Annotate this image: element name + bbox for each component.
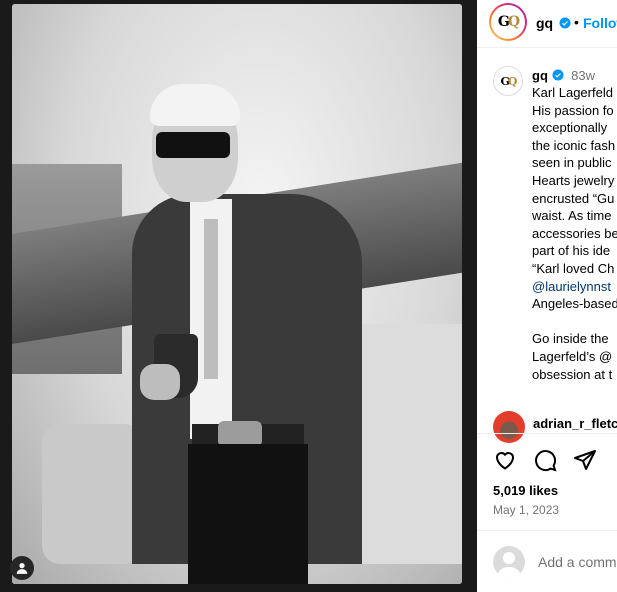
post-date[interactable]: May 1, 2023 <box>493 503 559 517</box>
caption-author-avatar[interactable]: GQ <box>493 66 523 96</box>
caption-line: Hearts jewelry <box>532 172 615 188</box>
separator-dot: • <box>574 14 579 30</box>
post-header: GQ gq • Follow <box>477 0 617 48</box>
caption-line: Karl Lagerfeld <box>532 85 613 100</box>
author-username[interactable]: gq <box>536 15 553 31</box>
comment-divider <box>477 530 617 531</box>
user-tag-icon[interactable] <box>10 556 34 580</box>
caption-header: gq 83w <box>532 68 595 83</box>
verified-icon <box>552 69 564 81</box>
gq-logo-small: GQ <box>494 67 522 95</box>
comment-icon[interactable] <box>533 448 559 474</box>
photo-tie <box>204 219 218 379</box>
caption-line: exceptionally <box>532 120 608 136</box>
photo-frame <box>12 4 462 584</box>
photo-trousers <box>188 444 308 584</box>
caption-line: Lagerfeld’s @ <box>532 348 613 364</box>
caption-line: “Karl loved Ch <box>532 260 615 276</box>
caption-mention-link[interactable]: @laurielynnst <box>532 278 617 296</box>
caption-author-username[interactable]: gq <box>532 68 548 83</box>
caption-line: accessories be <box>532 225 617 241</box>
caption-line: Go inside the <box>532 331 609 347</box>
gq-logo: GQ <box>493 7 523 37</box>
author-avatar[interactable]: GQ <box>489 3 527 41</box>
photo-sunglasses <box>156 132 230 158</box>
add-comment-input[interactable]: Add a comm <box>538 554 617 570</box>
commenter-username[interactable]: adrian_r_fletc <box>533 416 617 431</box>
photo-cushion <box>42 424 142 564</box>
caption-line: Angeles-based <box>532 296 617 312</box>
caption-line: obsession at t <box>532 366 613 382</box>
actions-divider <box>477 433 617 434</box>
viewer-avatar <box>493 546 525 578</box>
caption-line: the iconic fash <box>532 137 616 153</box>
follow-button[interactable]: Follow <box>583 15 617 31</box>
caption-line: part of his ide <box>532 243 611 259</box>
caption-line: encrusted “Gu <box>532 190 615 206</box>
share-icon[interactable] <box>573 448 599 474</box>
caption-line: seen in public <box>532 155 612 171</box>
caption-line: waist. As time <box>532 208 612 224</box>
like-count[interactable]: 5,019 likes <box>493 483 558 498</box>
caption-line: His passion fo <box>532 102 614 118</box>
photo-hair-top <box>150 84 240 126</box>
post-age[interactable]: 83w <box>571 68 595 83</box>
commenter-avatar[interactable] <box>493 411 525 443</box>
post-sidebar: GQ gq • Follow GQ gq 83w Karl Lagerfeld … <box>477 0 617 592</box>
photo-hand <box>140 364 180 400</box>
verified-icon <box>559 15 571 33</box>
post-photo[interactable] <box>0 0 477 592</box>
heart-icon[interactable] <box>493 448 519 474</box>
post-caption: Karl Lagerfeld His passion fo exceptiona… <box>532 84 617 383</box>
